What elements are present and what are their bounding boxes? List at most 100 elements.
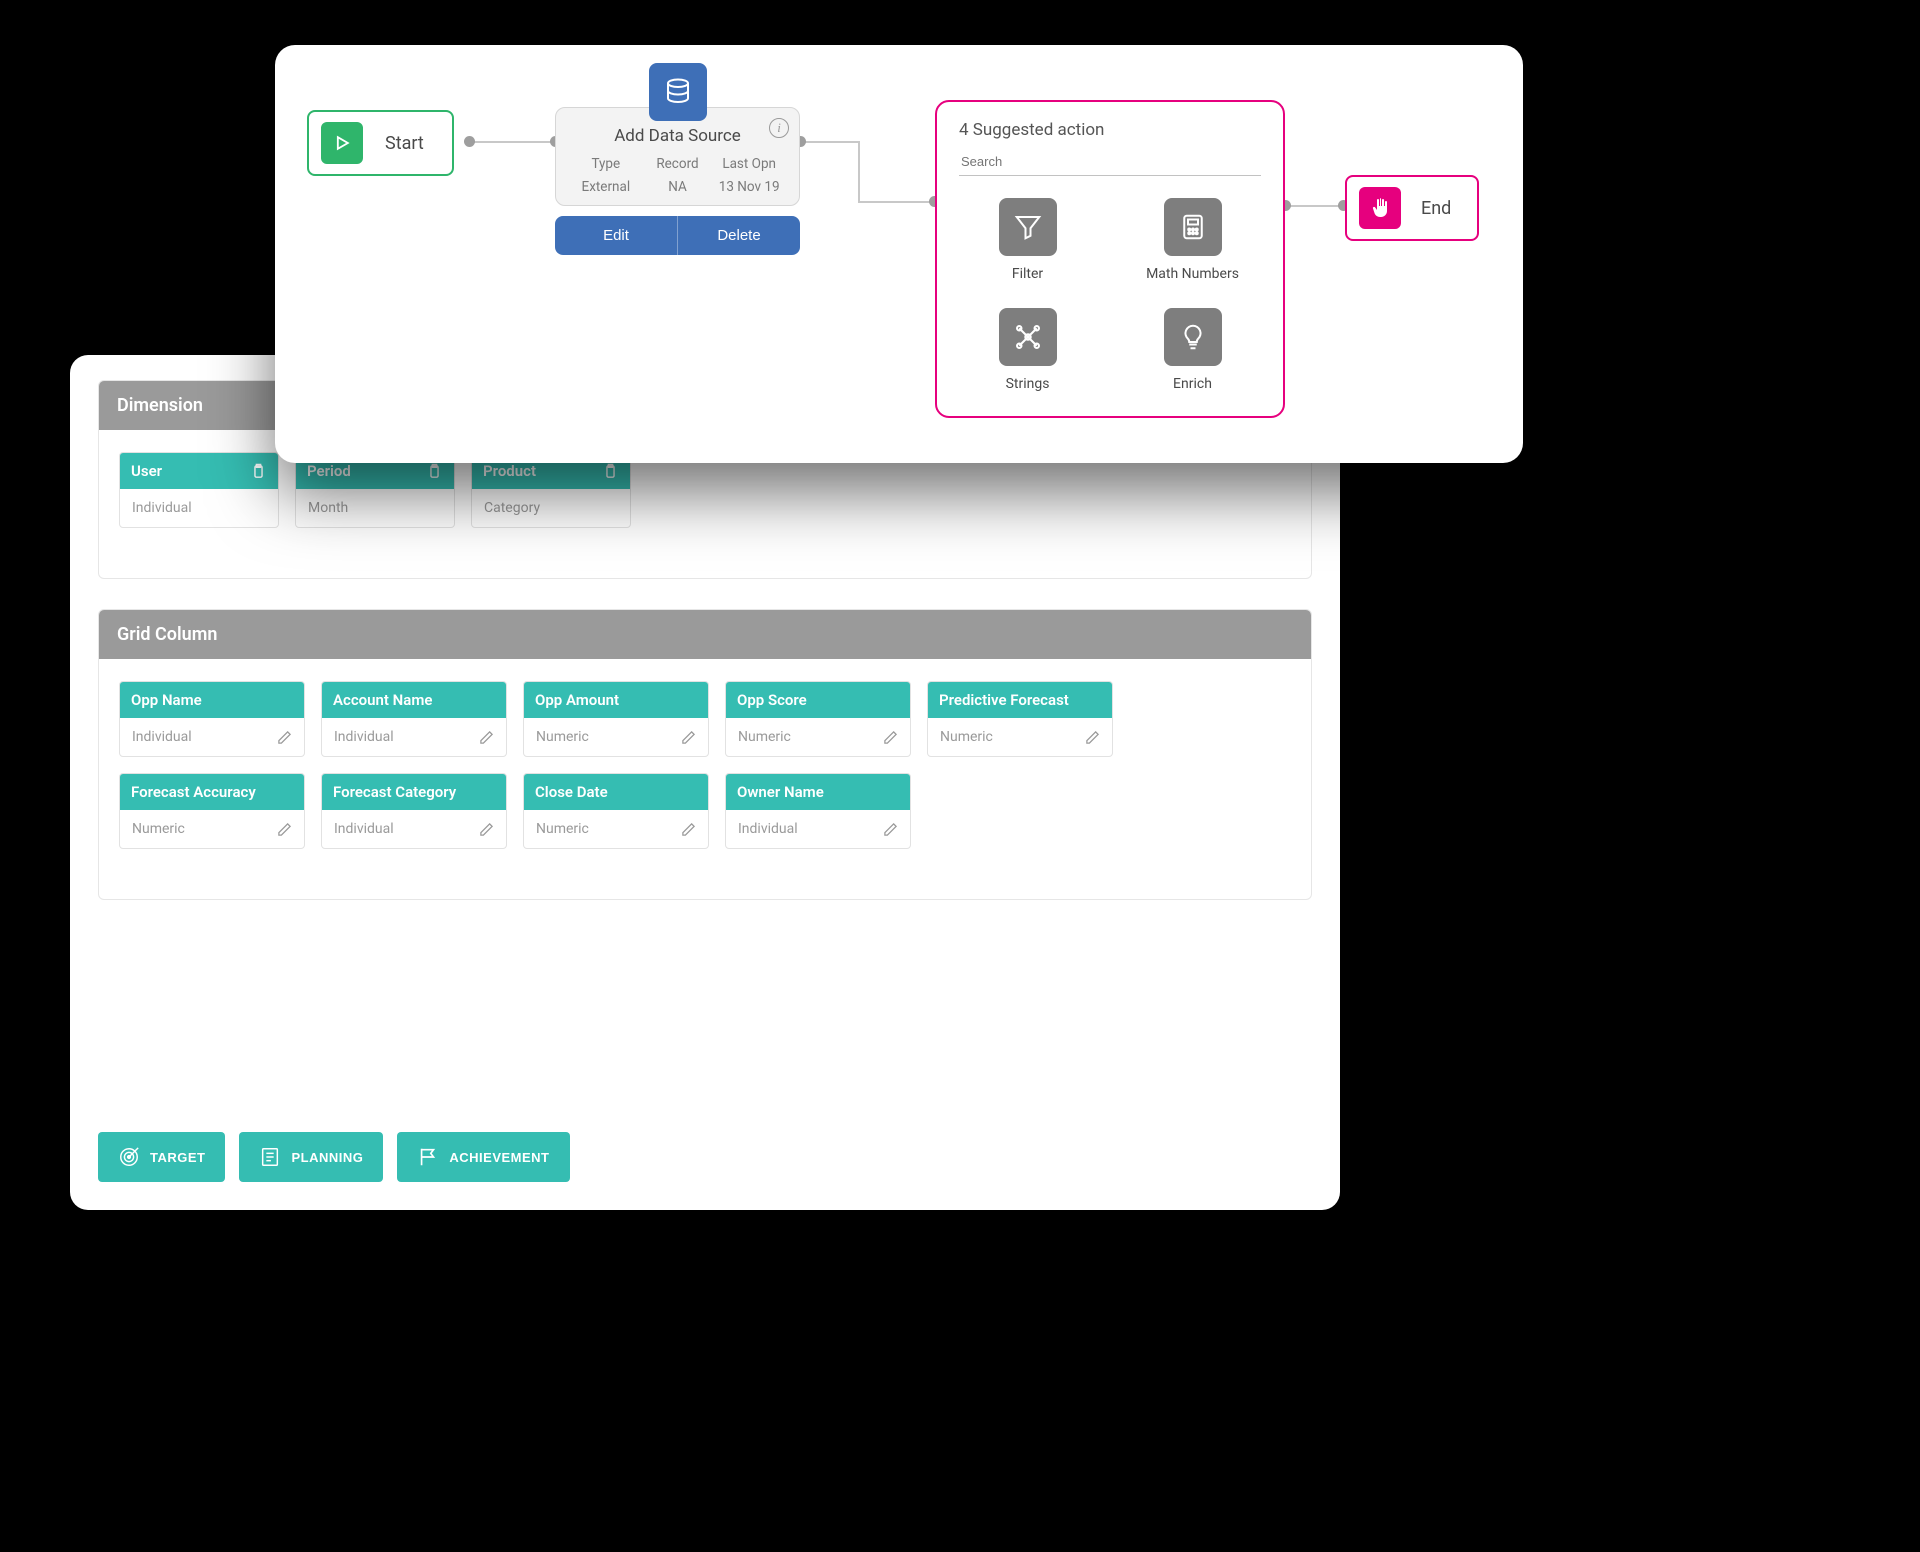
grid-chip-predictive-forecast[interactable]: Predictive Forecast Numeric: [927, 681, 1113, 757]
flow-port: [464, 136, 475, 147]
grid-chip-owner-name[interactable]: Owner Name Individual: [725, 773, 911, 849]
suggested-action-filter[interactable]: Filter: [999, 198, 1057, 282]
pencil-icon[interactable]: [277, 822, 292, 837]
flag-icon: [417, 1146, 439, 1168]
suggested-actions-panel: 4 Suggested action Filter Math Numbers S…: [935, 100, 1285, 418]
flow-connector: [800, 141, 860, 143]
flow-connector: [858, 141, 860, 201]
chip-value: Numeric: [536, 821, 589, 837]
chip-title: Opp Name: [131, 691, 202, 709]
end-label: End: [1421, 198, 1451, 219]
suggested-label: Strings: [1006, 376, 1050, 392]
chip-value: Individual: [334, 729, 394, 745]
lightbulb-icon: [1164, 308, 1222, 366]
suggested-action-enrich[interactable]: Enrich: [1164, 308, 1222, 392]
chip-title: Forecast Accuracy: [131, 783, 256, 801]
suggested-label: Math Numbers: [1146, 266, 1239, 282]
chip-value: Month: [308, 500, 348, 516]
chip-value: Individual: [132, 729, 192, 745]
ds-value: 13 Nov 19: [713, 179, 785, 195]
funnel-icon: [999, 198, 1057, 256]
chip-title: Opp Score: [737, 691, 807, 709]
chip-value: Numeric: [940, 729, 993, 745]
pencil-icon[interactable]: [479, 730, 494, 745]
clipboard-icon: [250, 463, 267, 480]
suggested-title: 4 Suggested action: [959, 120, 1261, 140]
info-icon[interactable]: i: [769, 118, 789, 138]
flow-panel: Start i Add Data Source Type Record Last…: [275, 45, 1523, 463]
suggested-label: Enrich: [1173, 376, 1212, 392]
chip-value: Individual: [334, 821, 394, 837]
start-node[interactable]: Start: [307, 110, 454, 176]
chip-title: Period: [307, 462, 351, 480]
ds-value: External: [570, 179, 642, 195]
pencil-icon[interactable]: [479, 822, 494, 837]
dimension-chip-user[interactable]: User Individual: [119, 452, 279, 528]
flow-connector: [858, 201, 935, 203]
play-icon: [321, 122, 363, 164]
clipboard-icon: [602, 463, 619, 480]
chip-value: Category: [484, 500, 540, 516]
ds-header: Last Opn: [713, 156, 785, 172]
pencil-icon[interactable]: [883, 822, 898, 837]
pencil-icon[interactable]: [277, 730, 292, 745]
planning-button[interactable]: PLANNING: [239, 1132, 383, 1182]
chip-title: Account Name: [333, 691, 432, 709]
grid-column-header: Grid Column: [99, 610, 1311, 659]
ds-header: Type: [570, 156, 642, 172]
suggested-action-strings[interactable]: Strings: [999, 308, 1057, 392]
target-icon: [118, 1146, 140, 1168]
chip-title: Product: [483, 462, 536, 480]
grid-column-body: Opp Name Individual Account Name Individ…: [99, 659, 1311, 899]
datasource-table: Type Record Last Opn External NA 13 Nov …: [570, 156, 785, 195]
delete-button[interactable]: Delete: [678, 216, 800, 255]
grid-chip-forecast-accuracy[interactable]: Forecast Accuracy Numeric: [119, 773, 305, 849]
pencil-icon[interactable]: [681, 730, 696, 745]
grid-chip-account-name[interactable]: Account Name Individual: [321, 681, 507, 757]
chip-title: Opp Amount: [535, 691, 619, 709]
chip-value: Individual: [738, 821, 798, 837]
grid-chip-opp-amount[interactable]: Opp Amount Numeric: [523, 681, 709, 757]
clipboard-icon: [426, 463, 443, 480]
grid-chip-opp-score[interactable]: Opp Score Numeric: [725, 681, 911, 757]
network-icon: [999, 308, 1057, 366]
flow-connector: [470, 141, 555, 143]
datasource-node[interactable]: i Add Data Source Type Record Last Opn E…: [555, 75, 800, 255]
planning-icon: [259, 1146, 281, 1168]
search-input[interactable]: [959, 148, 1261, 176]
chip-title: Owner Name: [737, 783, 824, 801]
chip-title: Predictive Forecast: [939, 691, 1069, 709]
chip-title: User: [131, 462, 162, 480]
ds-value: NA: [642, 179, 714, 195]
pencil-icon[interactable]: [681, 822, 696, 837]
grid-chip-forecast-category[interactable]: Forecast Category Individual: [321, 773, 507, 849]
datasource-title: Add Data Source: [570, 126, 785, 146]
flow-connector: [1285, 205, 1345, 207]
dimension-chip-period[interactable]: Period Month: [295, 452, 455, 528]
chip-value: Numeric: [536, 729, 589, 745]
grid-column-section: Grid Column Opp Name Individual Account …: [98, 609, 1312, 900]
achievement-button[interactable]: ACHIEVEMENT: [397, 1132, 569, 1182]
planning-button-label: PLANNING: [291, 1150, 363, 1165]
edit-button[interactable]: Edit: [555, 216, 677, 255]
chip-value: Numeric: [738, 729, 791, 745]
chip-title: Forecast Category: [333, 783, 456, 801]
bottom-buttons: TARGET PLANNING ACHIEVEMENT: [98, 1132, 570, 1182]
calculator-icon: [1164, 198, 1222, 256]
end-node[interactable]: End: [1345, 175, 1479, 241]
config-panel: Dimension User Individual Period: [70, 355, 1340, 1210]
suggested-action-math[interactable]: Math Numbers: [1146, 198, 1239, 282]
suggested-label: Filter: [1012, 266, 1043, 282]
database-icon: [649, 63, 707, 121]
target-button[interactable]: TARGET: [98, 1132, 225, 1182]
target-button-label: TARGET: [150, 1150, 205, 1165]
hand-stop-icon: [1359, 187, 1401, 229]
dimension-chip-product[interactable]: Product Category: [471, 452, 631, 528]
grid-chip-opp-name[interactable]: Opp Name Individual: [119, 681, 305, 757]
chip-value: Individual: [132, 500, 192, 516]
pencil-icon[interactable]: [883, 730, 898, 745]
grid-chip-close-date[interactable]: Close Date Numeric: [523, 773, 709, 849]
ds-header: Record: [642, 156, 714, 172]
pencil-icon[interactable]: [1085, 730, 1100, 745]
chip-title: Close Date: [535, 783, 608, 801]
